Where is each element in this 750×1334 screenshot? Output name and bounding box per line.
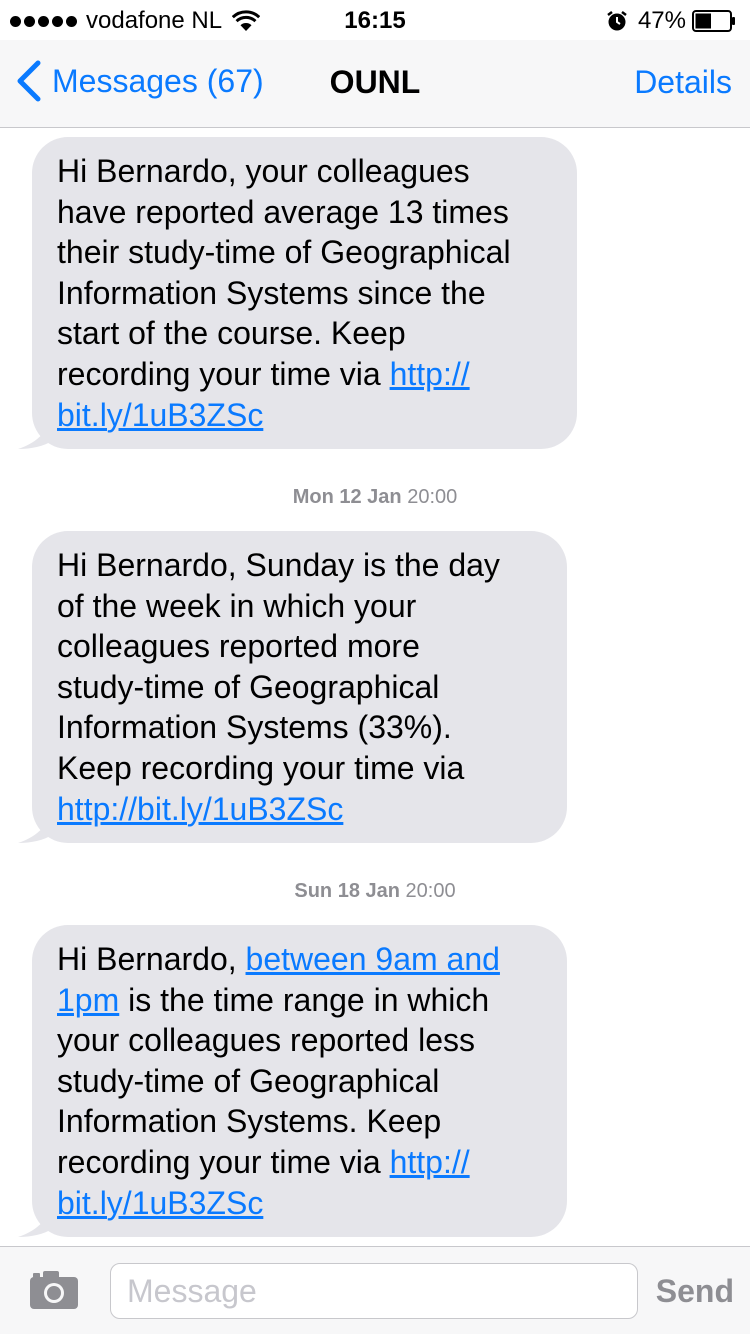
- message-text-field[interactable]: [110, 1263, 638, 1319]
- message-line: recording your time via http://: [57, 1143, 470, 1180]
- message-bubble: Hi Bernardo, your colleagues have report…: [18, 137, 577, 450]
- message-link[interactable]: bit.ly/1uB3ZSc: [57, 1185, 263, 1221]
- message-input-bar: Send: [0, 1246, 750, 1334]
- message-line: Hi Bernardo, Sunday is the day: [57, 547, 500, 583]
- message-line: Information Systems. Keep: [57, 1103, 442, 1140]
- message-line: recording your time via http://: [57, 355, 470, 392]
- chevron-left-icon: [17, 60, 41, 102]
- back-button-label: Messages (67): [52, 62, 264, 99]
- message-link[interactable]: bit.ly/1uB3ZSc: [57, 397, 263, 433]
- message-link[interactable]: http://: [390, 1144, 470, 1180]
- message-line: http://bit.ly/1uB3ZSc: [57, 789, 541, 830]
- battery-percentage: 47%: [637, 7, 686, 34]
- navigation-bar: Messages (67) OUNL Details: [0, 40, 750, 128]
- details-button[interactable]: Details: [634, 64, 732, 101]
- message-link[interactable]: 1pm: [57, 982, 119, 1018]
- message-timestamp: Mon 12 Jan 20:00: [292, 486, 458, 508]
- message-line: 1pm is the time range in which: [57, 981, 490, 1018]
- message-line: start of the course. Keep: [57, 315, 406, 352]
- message-link[interactable]: http://bit.ly/1uB3ZSc: [57, 791, 343, 827]
- message-bubble: Hi Bernardo, between 9am and 1pm is the …: [18, 925, 567, 1238]
- message-line: have reported average 13 times: [57, 193, 509, 230]
- message-line: study-time of Geographical: [57, 668, 440, 705]
- bubble-tail: [18, 813, 52, 844]
- message-line: Keep recording your time via: [57, 749, 465, 786]
- message-bubble: Hi Bernardo, Sunday is the day of the we…: [18, 531, 567, 844]
- camera-icon[interactable]: [28, 1269, 80, 1311]
- status-right: 47%: [606, 7, 736, 35]
- send-button[interactable]: Send: [656, 1273, 734, 1310]
- message-link[interactable]: http://: [390, 356, 470, 392]
- message-line: of the week in which your: [57, 587, 417, 624]
- message-line: Hi Bernardo, your colleagues: [57, 153, 470, 189]
- bubble-tail: [18, 419, 52, 450]
- status-bar: vodafone NL 16:15 47%: [0, 0, 750, 40]
- message-thread[interactable]: Hi Bernardo, your colleagues have report…: [0, 129, 750, 1246]
- message-line: your colleagues reported less: [57, 1022, 476, 1059]
- message-line: bit.ly/1uB3ZSc: [57, 395, 551, 436]
- message-line: Information Systems (33%).: [57, 709, 452, 746]
- message-line: study-time of Geographical: [57, 1062, 440, 1099]
- message-line: bit.ly/1uB3ZSc: [57, 1183, 541, 1224]
- alarm-clock-icon: [607, 11, 627, 31]
- battery-icon: [692, 10, 735, 32]
- message-line: Hi Bernardo, between 9am and: [57, 941, 500, 977]
- message-line: colleagues reported more: [57, 628, 420, 665]
- message-line: their study-time of Geographical: [57, 234, 511, 271]
- bubble-tail: [18, 1207, 52, 1238]
- message-link[interactable]: between 9am and: [246, 941, 500, 977]
- message-line: Information Systems since the: [57, 274, 486, 311]
- message-timestamp: Sun 18 Jan 20:00: [294, 880, 456, 902]
- back-to-messages-button[interactable]: Messages (67): [14, 60, 264, 102]
